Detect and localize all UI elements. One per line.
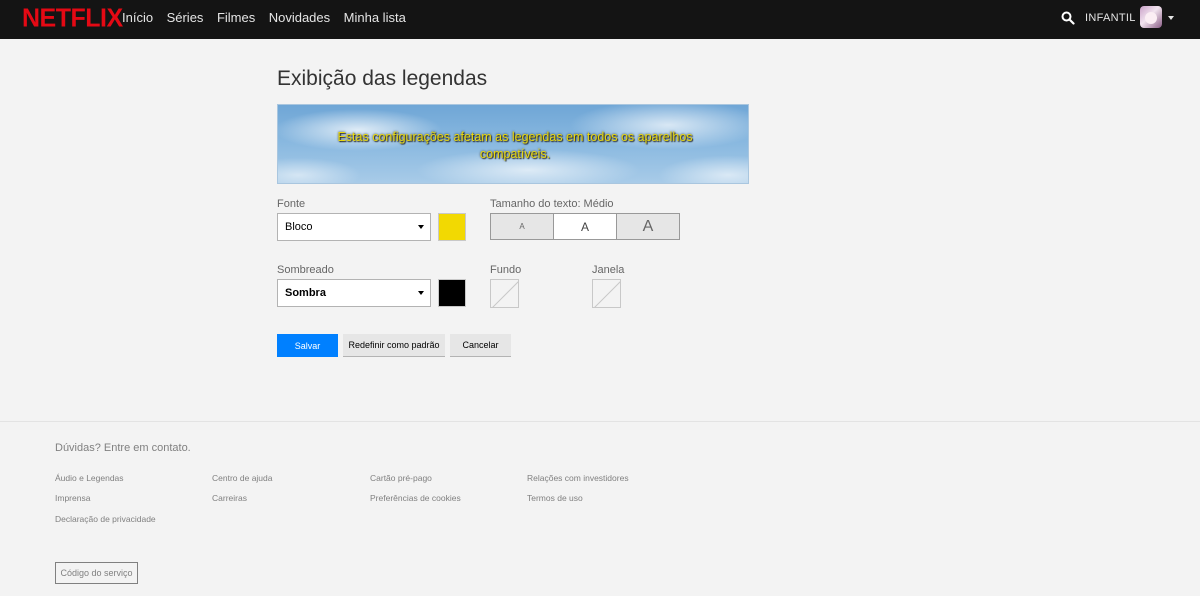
main-nav: Início Séries Filmes Novidades Minha lis… <box>122 10 419 25</box>
no-color-icon <box>594 281 620 307</box>
service-code-button[interactable]: Código do serviço <box>55 562 138 584</box>
nav-novidades[interactable]: Novidades <box>269 10 330 25</box>
nav-filmes[interactable]: Filmes <box>217 10 255 25</box>
footer-link-privacidade[interactable]: Declaração de privacidade <box>55 514 156 524</box>
shadow-label: Sombreado <box>277 264 334 276</box>
subtitle-preview-text: Estas configurações afetam as legendas e… <box>337 130 693 161</box>
netflix-logo[interactable]: NETFLIX <box>22 3 123 33</box>
nav-series[interactable]: Séries <box>167 10 204 25</box>
font-select-value: Bloco <box>285 221 313 233</box>
no-color-icon <box>492 281 518 307</box>
page-title: Exibição das legendas <box>277 67 488 90</box>
footer-link-carreiras[interactable]: Carreiras <box>212 493 247 503</box>
text-size-label: Tamanho do texto: Médio <box>490 198 614 210</box>
footer-link-imprensa[interactable]: Imprensa <box>55 493 90 503</box>
font-select[interactable]: Bloco <box>277 213 431 241</box>
footer-link-cookies[interactable]: Preferências de cookies <box>370 493 461 503</box>
shadow-color-swatch[interactable] <box>438 279 466 307</box>
shadow-select[interactable]: Sombra <box>277 279 431 307</box>
profile-name[interactable]: INFANTIL <box>1085 12 1136 24</box>
font-label: Fonte <box>277 198 306 210</box>
footer-contact[interactable]: Dúvidas? Entre em contato. <box>55 442 191 454</box>
footer-link-cartao-pre-pago[interactable]: Cartão pré-pago <box>370 473 432 483</box>
footer-link-termos[interactable]: Termos de uso <box>527 493 583 503</box>
window-color-swatch[interactable] <box>592 279 621 308</box>
search-icon[interactable] <box>1061 11 1075 25</box>
avatar-face <box>1145 12 1157 24</box>
reset-defaults-button[interactable]: Redefinir como padrão <box>343 334 445 357</box>
footer-link-investidores[interactable]: Relações com investidores <box>527 473 629 483</box>
text-size-large[interactable]: A <box>617 214 679 239</box>
background-label: Fundo <box>490 264 522 276</box>
text-size-medium[interactable]: A <box>554 214 617 239</box>
chevron-down-icon[interactable] <box>1168 16 1174 20</box>
subtitle-preview: Estas configurações afetam as legendas e… <box>277 104 749 184</box>
nav-minha-lista[interactable]: Minha lista <box>344 10 406 25</box>
save-button[interactable]: Salvar <box>277 334 338 357</box>
footer-link-centro-ajuda[interactable]: Centro de ajuda <box>212 473 273 483</box>
footer-link-audio-legendas[interactable]: Áudio e Legendas <box>55 473 124 483</box>
footer-divider <box>0 421 1200 422</box>
background-color-swatch[interactable] <box>490 279 519 308</box>
cancel-button[interactable]: Cancelar <box>450 334 511 357</box>
window-label: Janela <box>592 264 625 276</box>
chevron-down-icon <box>418 291 424 295</box>
chevron-down-icon <box>418 225 424 229</box>
text-size-selector: A A A <box>490 213 680 240</box>
text-size-small[interactable]: A <box>491 214 554 239</box>
shadow-select-value: Sombra <box>285 287 326 299</box>
profile-avatar[interactable] <box>1140 6 1162 28</box>
font-color-swatch[interactable] <box>438 213 466 241</box>
nav-inicio[interactable]: Início <box>122 10 153 25</box>
top-nav-bar: NETFLIX Início Séries Filmes Novidades M… <box>0 0 1200 39</box>
